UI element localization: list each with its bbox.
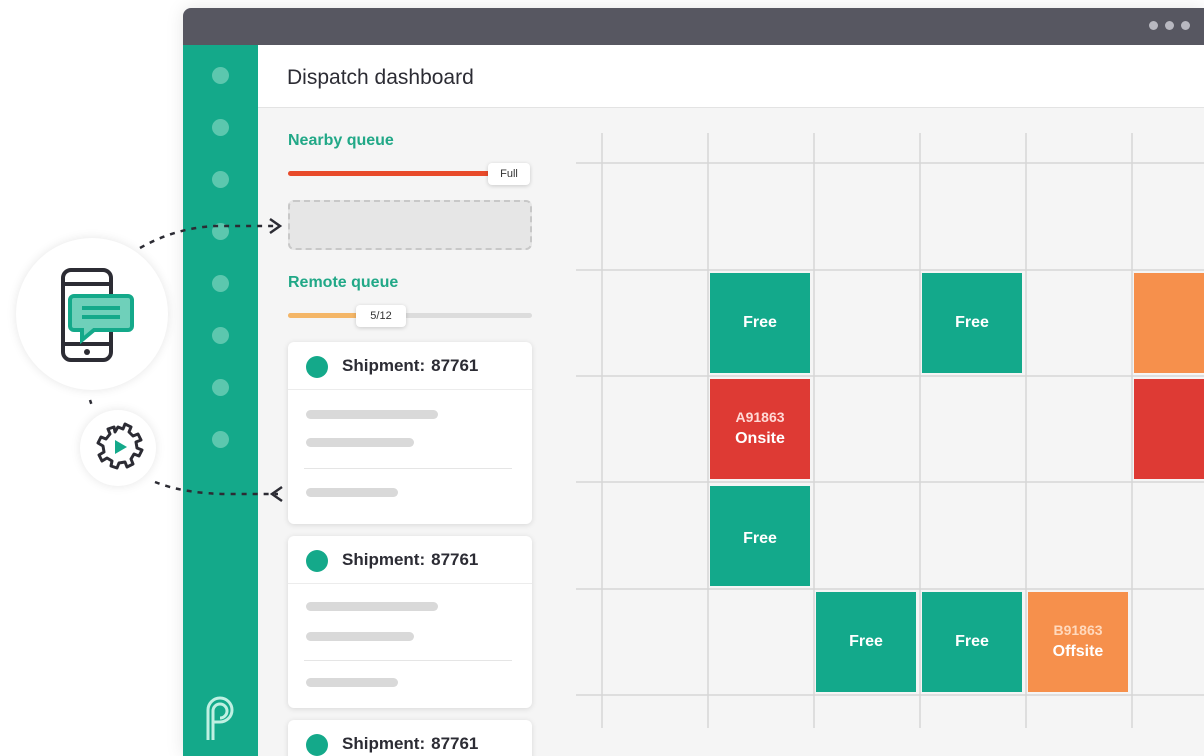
shipment-status-dot (306, 550, 328, 572)
shipment-card[interactable]: Shipment: 87761 (288, 342, 532, 524)
gear-play-icon (96, 422, 144, 470)
grid-cell-onsite[interactable] (1134, 379, 1204, 479)
placeholder-line (306, 602, 438, 611)
remote-queue-title: Remote queue (288, 274, 399, 291)
automation-badge (80, 410, 156, 486)
shipment-status-dot (306, 356, 328, 378)
p-logo-icon[interactable] (200, 696, 240, 742)
queue-panel: Nearby queue Full Remote queue 5/12 Ship… (258, 108, 556, 756)
grid-cell-free[interactable]: Free (710, 486, 810, 586)
grid-cell-free[interactable]: Free (922, 273, 1022, 373)
shipment-title: Shipment: 87761 (342, 356, 479, 375)
placeholder-line (306, 438, 414, 447)
sidebar (183, 45, 258, 756)
schedule-grid: Free Free A91863 Onsite Free Free Free B… (556, 108, 1204, 756)
window-menu-icon[interactable] (1149, 21, 1190, 30)
shipment-card-header: Shipment: 87761 (288, 536, 532, 584)
mobile-message-icon (61, 268, 134, 362)
shipment-card[interactable]: Shipment: 87761 (288, 536, 532, 708)
grid-cell-free[interactable]: Free (922, 592, 1022, 692)
placeholder-line (306, 632, 414, 641)
shipment-card-header: Shipment: 87761 (288, 342, 532, 390)
shipment-title: Shipment: 87761 (342, 734, 479, 753)
shipment-status-dot (306, 734, 328, 756)
placeholder-line (306, 678, 398, 687)
grid-cell-onsite[interactable]: A91863 Onsite (710, 379, 810, 479)
shipment-card-header: Shipment: 87761 (288, 720, 532, 756)
divider (304, 468, 512, 469)
sidebar-item[interactable] (212, 327, 229, 344)
nearby-queue-status: Full (488, 163, 530, 185)
sidebar-item[interactable] (212, 171, 229, 188)
sidebar-item[interactable] (212, 431, 229, 448)
grid-cell-offsite[interactable] (1134, 273, 1204, 373)
page-header: Dispatch dashboard (258, 45, 1204, 108)
remote-queue-count: 5/12 (356, 305, 406, 327)
shipment-card[interactable]: Shipment: 87761 (288, 720, 532, 756)
window-titlebar (183, 8, 1204, 45)
divider (304, 660, 512, 661)
page-title: Dispatch dashboard (287, 66, 474, 89)
grid-cell-free[interactable]: Free (816, 592, 916, 692)
grid-cell-free[interactable]: Free (710, 273, 810, 373)
grid-cell-offsite[interactable]: B91863 Offsite (1028, 592, 1128, 692)
sidebar-item[interactable] (212, 119, 229, 136)
shipment-title: Shipment: 87761 (342, 550, 479, 569)
sidebar-item[interactable] (212, 275, 229, 292)
sidebar-item[interactable] (212, 223, 229, 240)
sidebar-item[interactable] (212, 379, 229, 396)
placeholder-line (306, 410, 438, 419)
sidebar-item[interactable] (212, 67, 229, 84)
nearby-queue-title: Nearby queue (288, 132, 394, 149)
nearby-queue-dropzone[interactable] (288, 200, 532, 250)
dashboard-window: Dispatch dashboard Nearby queue Full Rem… (183, 8, 1204, 756)
placeholder-line (306, 488, 398, 497)
nearby-queue-bar (288, 171, 490, 176)
mobile-app-badge (16, 238, 168, 390)
